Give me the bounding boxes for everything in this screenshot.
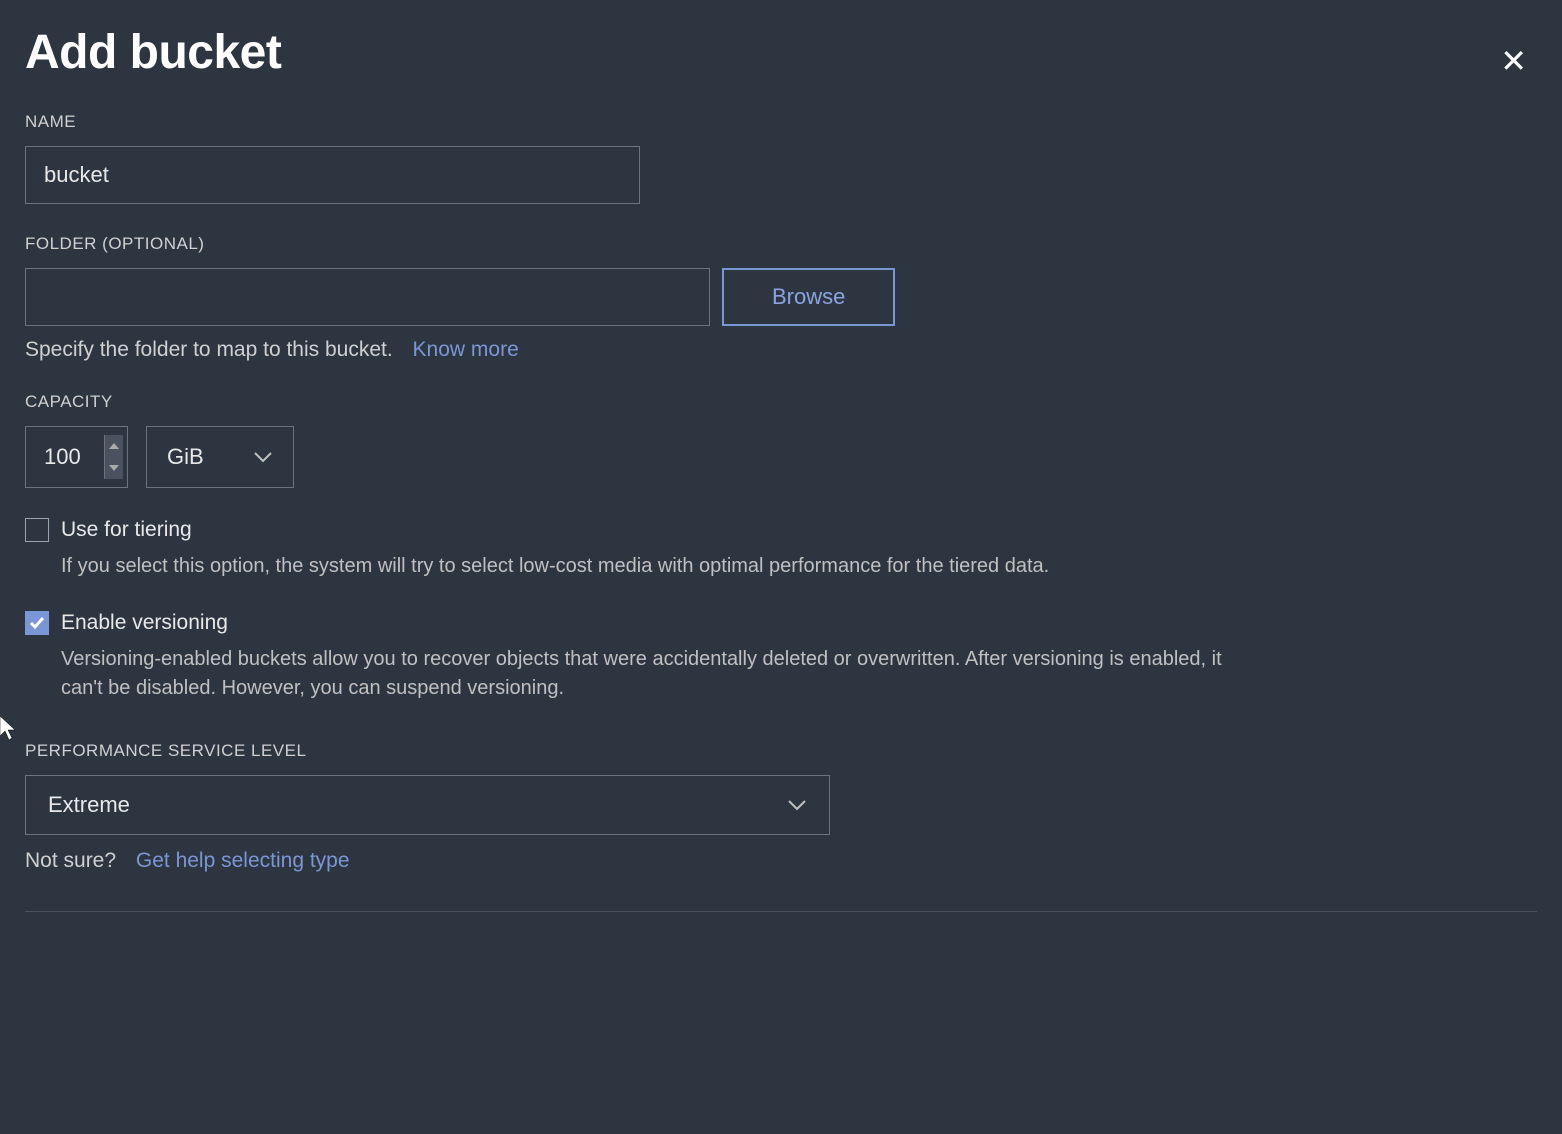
capacity-label: CAPACITY <box>25 392 1537 412</box>
psl-helper-text: Not sure? <box>25 849 116 872</box>
versioning-checkbox[interactable] <box>25 611 49 635</box>
checkmark-icon <box>29 616 45 630</box>
chevron-down-icon <box>109 465 119 471</box>
tiering-description: If you select this option, the system wi… <box>61 552 1261 581</box>
psl-help-link[interactable]: Get help selecting type <box>136 849 350 872</box>
psl-select[interactable]: Extreme <box>25 775 830 835</box>
psl-label: PERFORMANCE SERVICE LEVEL <box>25 741 1537 761</box>
tiering-checkbox[interactable] <box>25 518 49 542</box>
stepper-down-button[interactable] <box>105 457 123 479</box>
folder-helper-text: Specify the folder to map to this bucket… <box>25 338 393 361</box>
chevron-up-icon <box>109 443 119 449</box>
cursor-icon <box>0 716 20 742</box>
capacity-unit-value: GiB <box>167 444 204 470</box>
name-input[interactable] <box>25 146 640 204</box>
versioning-label: Enable versioning <box>61 611 228 635</box>
know-more-link[interactable]: Know more <box>413 338 519 361</box>
folder-label: FOLDER (OPTIONAL) <box>25 234 1537 254</box>
close-icon: ✕ <box>1500 43 1527 79</box>
versioning-description: Versioning-enabled buckets allow you to … <box>61 645 1261 703</box>
section-divider <box>25 911 1537 912</box>
capacity-input[interactable] <box>26 430 104 484</box>
browse-button[interactable]: Browse <box>722 268 895 326</box>
folder-input[interactable] <box>25 268 710 326</box>
dialog-title: Add bucket <box>25 25 281 80</box>
quantity-stepper[interactable] <box>104 435 123 479</box>
close-button[interactable]: ✕ <box>1490 40 1537 82</box>
name-label: NAME <box>25 112 1537 132</box>
capacity-unit-select[interactable]: GiB <box>146 426 294 488</box>
chevron-down-icon <box>253 451 273 463</box>
chevron-down-icon <box>787 799 807 811</box>
psl-value: Extreme <box>48 792 130 818</box>
tiering-label: Use for tiering <box>61 518 192 542</box>
stepper-up-button[interactable] <box>105 435 123 457</box>
capacity-number-field[interactable] <box>25 426 128 488</box>
